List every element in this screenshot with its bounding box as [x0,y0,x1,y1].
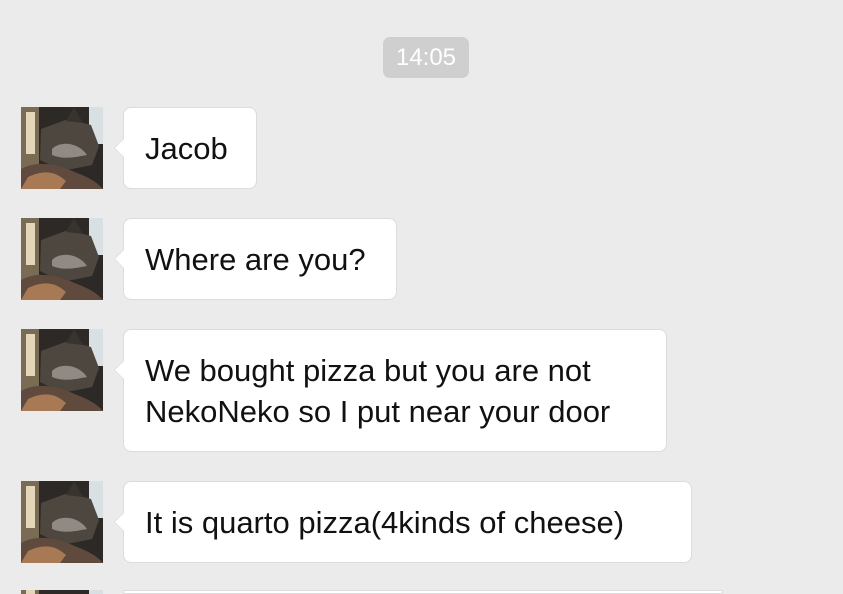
cat-photo-icon [21,329,103,411]
message-timestamp: 14:05 [383,37,469,78]
cat-photo-icon [21,218,103,300]
cat-photo-icon [21,107,103,189]
message-bubble[interactable]: Jacob [114,107,257,189]
sender-avatar[interactable] [21,481,103,563]
chat-thread: 14:05 Jacob Where are you? We bought piz… [0,0,843,594]
message-bubble[interactable]: We bought pizza but you are not NekoNeko… [114,329,667,452]
message-bubble[interactable]: Where are you? [114,218,397,300]
sender-avatar[interactable] [21,329,103,411]
cat-photo-icon [21,481,103,563]
sender-avatar[interactable] [21,107,103,189]
partial-message-bubble[interactable] [123,590,723,594]
sender-avatar[interactable] [21,590,103,594]
sender-avatar[interactable] [21,218,103,300]
message-bubble[interactable]: It is quarto pizza(4kinds of cheese) [114,481,692,563]
cat-photo-icon [21,590,103,594]
